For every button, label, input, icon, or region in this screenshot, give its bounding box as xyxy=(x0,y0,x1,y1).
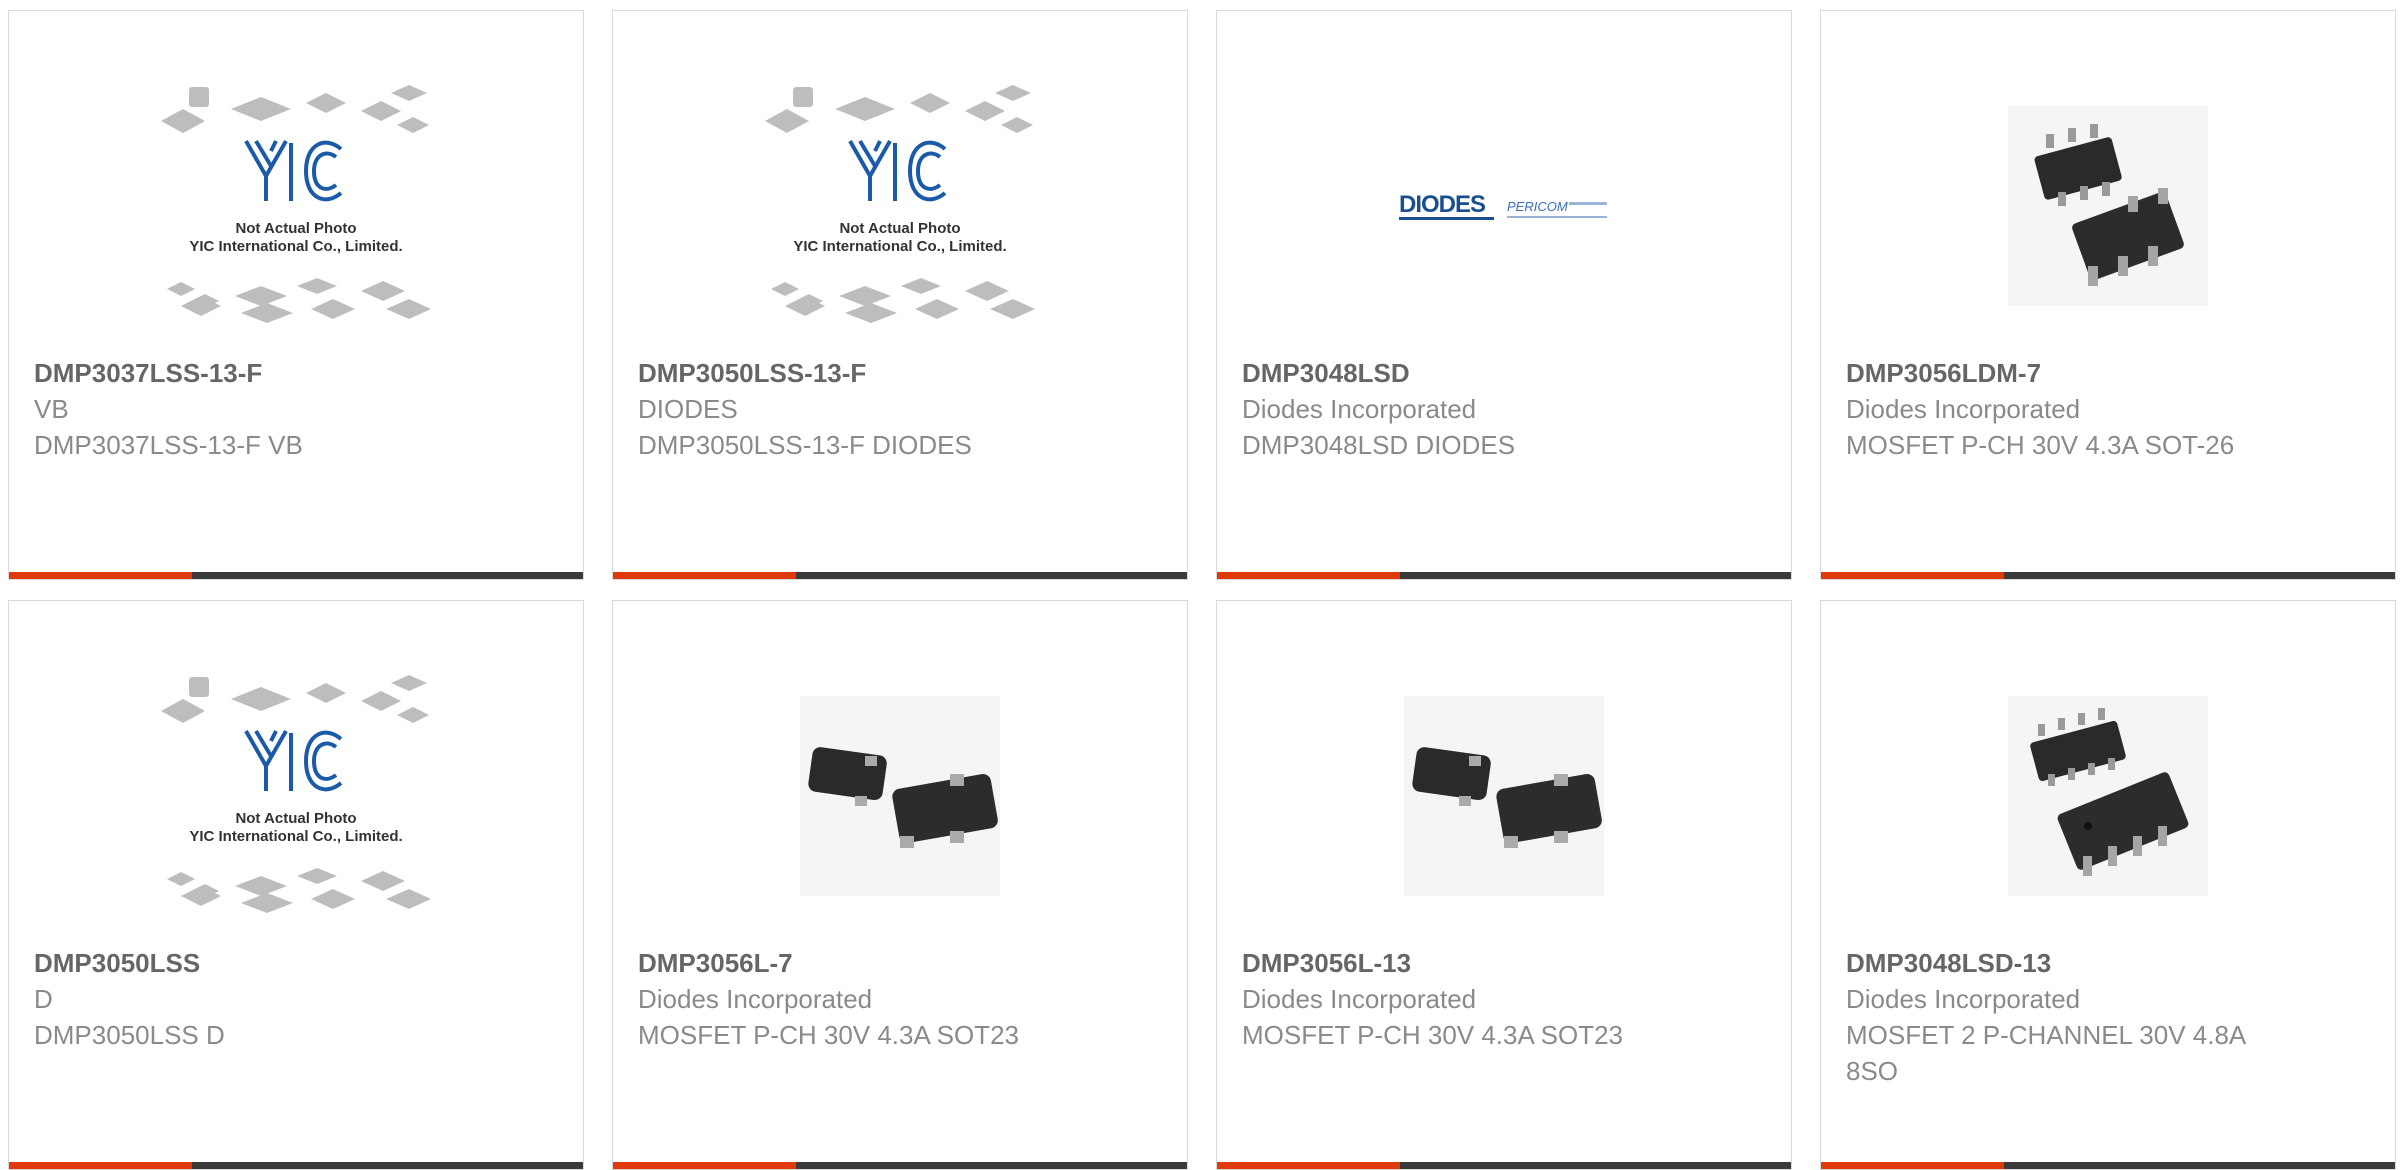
card-bottom-bar xyxy=(1217,1162,1791,1169)
card-bottom-bar xyxy=(9,1162,583,1169)
description-text: DMP3050LSS-13-F DIODES xyxy=(638,430,972,460)
product-card[interactable]: Not Actual Photo YIC International Co., … xyxy=(8,10,584,580)
product-image[interactable]: Not Actual Photo YIC International Co., … xyxy=(613,61,1187,351)
svg-text:PERICOM: PERICOM xyxy=(1507,199,1568,214)
manufacturer-label: Diodes Incorporated xyxy=(1846,984,2081,1014)
svg-text:YIC International Co., Limited: YIC International Co., Limited. xyxy=(189,828,402,845)
manufacturer-label: D xyxy=(34,984,53,1014)
sot23-package-image xyxy=(800,696,1000,896)
description-text: MOSFET 2 P-CHANNEL 30V 4.8A 8SO xyxy=(1846,1020,2245,1086)
product-image[interactable] xyxy=(613,651,1187,941)
product-card[interactable]: Not Actual Photo YIC International Co., … xyxy=(8,600,584,1170)
card-accent-bar xyxy=(1217,572,1400,579)
part-number-link[interactable]: DMP3050LSS xyxy=(34,945,474,981)
product-info: DMP3056LDM-7 Diodes Incorporated MOSFET … xyxy=(1846,355,2286,463)
manufacturer-label: Diodes Incorporated xyxy=(1846,394,2081,424)
part-number-link[interactable]: DMP3037LSS-13-F xyxy=(34,355,474,391)
yic-placeholder-image: Not Actual Photo YIC International Co., … xyxy=(161,85,431,323)
card-bottom-bar xyxy=(613,1162,1187,1169)
product-info: DMP3056L-13 Diodes Incorporated MOSFET P… xyxy=(1242,945,1682,1053)
sot23-package-image xyxy=(1404,696,1604,896)
product-image[interactable]: DIODES PERICOM xyxy=(1217,61,1791,351)
yic-placeholder-image: Not Actual Photo YIC International Co., … xyxy=(765,85,1035,323)
part-number-link[interactable]: DMP3056L-7 xyxy=(638,945,1078,981)
part-number-link[interactable]: DMP3048LSD-13 xyxy=(1846,945,2286,981)
manufacturer-label: Diodes Incorporated xyxy=(1242,394,1477,424)
yic-placeholder-image: Not Actual Photo YIC International Co., … xyxy=(161,675,431,913)
product-info: DMP3056L-7 Diodes Incorporated MOSFET P-… xyxy=(638,945,1078,1053)
card-accent-bar xyxy=(1821,572,2004,579)
svg-text:YIC International Co., Limited: YIC International Co., Limited. xyxy=(189,238,402,255)
card-accent-bar xyxy=(1821,1162,2004,1169)
svg-text:Not Actual Photo: Not Actual Photo xyxy=(235,810,356,827)
description-text: DMP3050LSS D xyxy=(34,1020,225,1050)
manufacturer-label: Diodes Incorporated xyxy=(1242,984,1477,1014)
card-bottom-bar xyxy=(613,572,1187,579)
card-accent-bar xyxy=(9,572,192,579)
product-card[interactable]: DIODES PERICOM DMP3048LSD Diodes Incorpo… xyxy=(1216,10,1792,580)
product-grid: Not Actual Photo YIC International Co., … xyxy=(0,0,2400,1170)
description-text: MOSFET P-CH 30V 4.3A SOT23 xyxy=(1242,1020,1623,1050)
description-text: MOSFET P-CH 30V 4.3A SOT23 xyxy=(638,1020,1019,1050)
card-bottom-bar xyxy=(9,572,583,579)
product-image[interactable] xyxy=(1821,61,2395,351)
product-info: DMP3048LSD Diodes Incorporated DMP3048LS… xyxy=(1242,355,1682,463)
part-number-link[interactable]: DMP3050LSS-13-F xyxy=(638,355,1078,391)
card-bottom-bar xyxy=(1821,1162,2395,1169)
product-info: DMP3050LSS D DMP3050LSS D xyxy=(34,945,474,1053)
part-number-link[interactable]: DMP3056L-13 xyxy=(1242,945,1682,981)
description-text: DMP3048LSD DIODES xyxy=(1242,430,1516,460)
product-info: DMP3050LSS-13-F DIODES DMP3050LSS-13-F D… xyxy=(638,355,1078,463)
card-bottom-bar xyxy=(1217,572,1791,579)
sot26-package-image xyxy=(2008,106,2208,306)
product-image[interactable]: Not Actual Photo YIC International Co., … xyxy=(9,61,583,351)
description-text: DMP3037LSS-13-F VB xyxy=(34,430,303,460)
card-accent-bar xyxy=(9,1162,192,1169)
part-number-link[interactable]: DMP3056LDM-7 xyxy=(1846,355,2286,391)
manufacturer-label: Diodes Incorporated xyxy=(638,984,873,1014)
manufacturer-label: DIODES xyxy=(638,394,738,424)
product-image[interactable] xyxy=(1217,651,1791,941)
diodes-logo-image: DIODES PERICOM xyxy=(1399,191,1607,220)
product-card[interactable]: DMP3048LSD-13 Diodes Incorporated MOSFET… xyxy=(1820,600,2396,1170)
product-card[interactable]: DMP3056L-7 Diodes Incorporated MOSFET P-… xyxy=(612,600,1188,1170)
card-accent-bar xyxy=(613,572,796,579)
svg-text:Not Actual Photo: Not Actual Photo xyxy=(235,220,356,237)
manufacturer-label: VB xyxy=(34,394,69,424)
svg-text:YIC International Co., Limited: YIC International Co., Limited. xyxy=(793,238,1006,255)
description-text: MOSFET P-CH 30V 4.3A SOT-26 xyxy=(1846,430,2235,460)
product-image[interactable]: Not Actual Photo YIC International Co., … xyxy=(9,651,583,941)
card-accent-bar xyxy=(613,1162,796,1169)
svg-text:Not Actual Photo: Not Actual Photo xyxy=(839,220,960,237)
svg-text:DIODES: DIODES xyxy=(1399,191,1486,218)
card-bottom-bar xyxy=(1821,572,2395,579)
part-number-link[interactable]: DMP3048LSD xyxy=(1242,355,1682,391)
product-card[interactable]: DMP3056L-13 Diodes Incorporated MOSFET P… xyxy=(1216,600,1792,1170)
card-accent-bar xyxy=(1217,1162,1400,1169)
so8-package-image xyxy=(2008,696,2208,896)
product-info: DMP3048LSD-13 Diodes Incorporated MOSFET… xyxy=(1846,945,2286,1089)
product-card[interactable]: Not Actual Photo YIC International Co., … xyxy=(612,10,1188,580)
product-image[interactable] xyxy=(1821,651,2395,941)
product-info: DMP3037LSS-13-F VB DMP3037LSS-13-F VB xyxy=(34,355,474,463)
product-card[interactable]: DMP3056LDM-7 Diodes Incorporated MOSFET … xyxy=(1820,10,2396,580)
